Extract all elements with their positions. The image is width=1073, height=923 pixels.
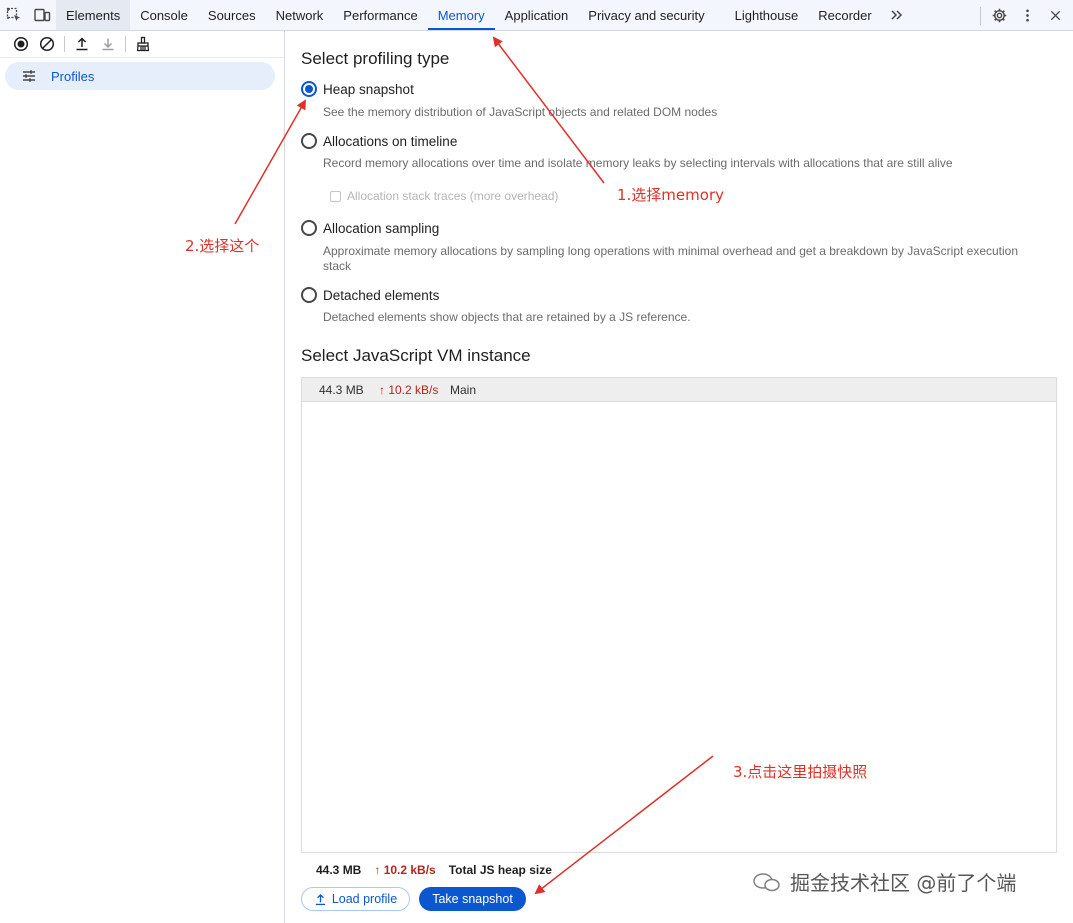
upload-icon bbox=[314, 893, 327, 906]
profiles-sidebar: Profiles bbox=[0, 31, 285, 923]
option-detached-elements[interactable]: Detached elements bbox=[301, 287, 439, 303]
record-icon[interactable] bbox=[8, 32, 34, 56]
tab-application[interactable]: Application bbox=[495, 0, 579, 30]
sidebar-item-profiles[interactable]: Profiles bbox=[5, 62, 275, 90]
tab-console[interactable]: Console bbox=[130, 0, 198, 30]
tab-memory[interactable]: Memory bbox=[427, 0, 495, 30]
annotation-step1: 1.选择memory bbox=[617, 186, 724, 204]
option-allocations-timeline[interactable]: Allocations on timeline bbox=[301, 133, 457, 149]
option-heap-snapshot[interactable]: Heap snapshot bbox=[301, 81, 414, 97]
garbage-collect-broom-icon[interactable] bbox=[130, 32, 156, 56]
take-snapshot-label: Take snapshot bbox=[432, 892, 513, 906]
tab-elements[interactable]: Elements bbox=[56, 0, 131, 30]
clear-icon[interactable] bbox=[34, 32, 60, 56]
checkbox-box[interactable] bbox=[330, 190, 341, 202]
watermark-text: 掘金技术社区 @前了个端 bbox=[790, 871, 1017, 895]
allocation-sampling-radio[interactable] bbox=[301, 220, 317, 236]
sidebar-item-label: Profiles bbox=[51, 68, 95, 84]
vm-instance-list: 44.3 MB ↑ 10.2 kB/s Main bbox=[301, 377, 1057, 853]
vm-heap-size: 44.3 MB bbox=[319, 382, 364, 397]
tab-sources[interactable]: Sources bbox=[198, 0, 266, 30]
more-options-icon[interactable] bbox=[1013, 0, 1041, 31]
load-profile-label: Load profile bbox=[331, 892, 398, 906]
sidebar-toolbar bbox=[0, 31, 284, 58]
device-toolbar-icon[interactable] bbox=[28, 0, 56, 30]
upload-icon[interactable] bbox=[69, 32, 95, 56]
option-label: Heap snapshot bbox=[323, 81, 414, 97]
wechat-logo-icon bbox=[753, 872, 780, 891]
profiling-type-heading: Select profiling type bbox=[301, 49, 450, 68]
annotation-step3: 3.点击这里拍摄快照 bbox=[733, 763, 868, 781]
detached-elements-radio[interactable] bbox=[301, 287, 317, 303]
option-description: Record memory allocations over time and … bbox=[323, 156, 953, 170]
heap-snapshot-radio[interactable] bbox=[301, 81, 317, 97]
total-heap-label: Total JS heap size bbox=[448, 863, 552, 877]
sliders-icon bbox=[21, 68, 37, 84]
vm-heap-rate: ↑ 10.2 kB/s bbox=[379, 382, 439, 397]
watermark: 掘金技术社区 @前了个端 bbox=[752, 867, 1016, 896]
settings-gear-icon[interactable] bbox=[985, 0, 1013, 31]
option-description: Approximate memory allocations by sampli… bbox=[323, 244, 1019, 273]
divider bbox=[64, 36, 65, 52]
load-profile-button[interactable]: Load profile bbox=[301, 887, 410, 911]
tab-recorder[interactable]: Recorder bbox=[808, 0, 881, 30]
tab-lighthouse[interactable]: Lighthouse bbox=[725, 0, 809, 30]
vm-instance-row[interactable]: 44.3 MB ↑ 10.2 kB/s Main bbox=[302, 378, 1056, 402]
vm-instance-heading: Select JavaScript VM instance bbox=[301, 346, 531, 365]
tab-network[interactable]: Network bbox=[266, 0, 334, 30]
option-label: Allocations on timeline bbox=[323, 133, 458, 149]
download-icon[interactable] bbox=[95, 32, 121, 56]
option-allocation-sampling[interactable]: Allocation sampling bbox=[301, 220, 439, 236]
divider bbox=[980, 6, 981, 25]
option-label: Allocation sampling bbox=[323, 220, 440, 236]
total-heap-rate: ↑ 10.2 kB/s bbox=[374, 863, 436, 877]
devtools-tabbar: Elements Console Sources Network Perform… bbox=[0, 0, 1073, 31]
take-snapshot-button[interactable]: Take snapshot bbox=[419, 887, 526, 911]
allocation-stack-traces-checkbox[interactable]: Allocation stack traces (more overhead) bbox=[330, 189, 558, 203]
divider bbox=[125, 36, 126, 52]
memory-panel: Select profiling type Heap snapshot See … bbox=[286, 31, 1073, 923]
option-description: See the memory distribution of JavaScrip… bbox=[323, 105, 718, 119]
option-description: Detached elements show objects that are … bbox=[323, 310, 691, 324]
annotation-step2: 2.选择这个 bbox=[185, 237, 260, 255]
close-icon[interactable] bbox=[1041, 0, 1069, 31]
tabbar-right-actions bbox=[976, 0, 1073, 31]
tab-privacy-security[interactable]: Privacy and security bbox=[578, 0, 724, 30]
vm-instance-name: Main bbox=[450, 382, 477, 397]
tab-performance[interactable]: Performance bbox=[333, 0, 427, 30]
total-heap-size: 44.3 MB bbox=[316, 863, 362, 877]
inspect-element-icon[interactable] bbox=[0, 0, 28, 30]
checkbox-label: Allocation stack traces (more overhead) bbox=[347, 189, 559, 203]
heap-footer-stats: 44.3 MB ↑ 10.2 kB/s Total JS heap size bbox=[316, 863, 552, 877]
allocations-timeline-radio[interactable] bbox=[301, 133, 317, 149]
more-tabs-icon[interactable] bbox=[882, 0, 912, 30]
option-label: Detached elements bbox=[323, 287, 440, 303]
